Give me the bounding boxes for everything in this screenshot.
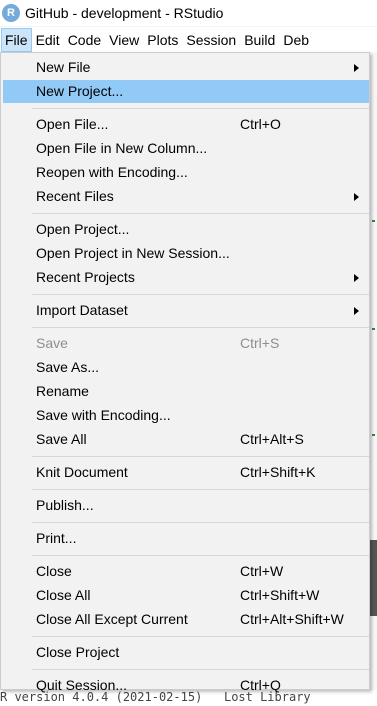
menu-item-label: Save [36, 335, 68, 351]
rstudio-window: R GitHub - development - RStudio File Ed… [0, 0, 377, 706]
submenu-arrow-icon [354, 64, 359, 72]
menu-item-shortcut: Ctrl+S [240, 335, 280, 351]
menu-item-new-file[interactable]: New File [3, 56, 369, 79]
menu-session[interactable]: Session [182, 28, 240, 52]
rstudio-app-icon: R [2, 4, 20, 22]
menu-build[interactable]: Build [240, 28, 279, 52]
menu-separator [32, 108, 369, 109]
menu-item-import-dataset[interactable]: Import Dataset [3, 299, 369, 322]
menu-item-publish[interactable]: Publish... [3, 494, 369, 517]
menu-item-label: Quit Session... [36, 677, 128, 693]
menu-item-label: Close Project [36, 644, 120, 660]
window-title: GitHub - development - RStudio [25, 5, 224, 21]
pane-marker [372, 434, 375, 436]
menu-item-open-project[interactable]: Open Project... [3, 218, 369, 241]
menu-item-save-as[interactable]: Save As... [3, 356, 369, 379]
menu-item-label: Knit Document [36, 464, 128, 480]
menu-separator [32, 669, 369, 670]
file-menu-dropdown: New File New Project... Open File... Ctr… [0, 52, 370, 693]
menu-separator [32, 213, 369, 214]
menu-item-label: Import Dataset [36, 302, 128, 318]
menu-item-label: Save All [36, 431, 87, 447]
menu-item-label: Save with Encoding... [36, 407, 171, 423]
menu-item-label: Reopen with Encoding... [36, 164, 188, 180]
submenu-arrow-icon [354, 307, 359, 315]
menu-item-open-file-new-column[interactable]: Open File in New Column... [3, 137, 369, 160]
menu-item-label: Open Project... [36, 221, 130, 237]
menu-item-close-all-except-current[interactable]: Close All Except Current Ctrl+Alt+Shift+… [3, 608, 369, 631]
menu-item-close-project[interactable]: Close Project [3, 641, 369, 664]
menu-item-shortcut: Ctrl+Q [240, 677, 281, 693]
menu-item-reopen-with-encoding[interactable]: Reopen with Encoding... [3, 161, 369, 184]
menu-item-save: Save Ctrl+S [3, 332, 369, 355]
pane-marker [372, 328, 375, 330]
menu-item-shortcut: Ctrl+W [240, 563, 284, 579]
menu-item-open-file[interactable]: Open File... Ctrl+O [3, 113, 369, 136]
menu-item-close[interactable]: Close Ctrl+W [3, 560, 369, 583]
menu-item-label: Rename [36, 383, 89, 399]
submenu-arrow-icon [354, 274, 359, 282]
menu-item-label: Save As... [36, 359, 100, 375]
menu-separator [32, 456, 369, 457]
menu-item-shortcut: Ctrl+Shift+W [240, 587, 320, 603]
menu-item-quit-session[interactable]: Quit Session... Ctrl+Q [3, 674, 369, 697]
menu-item-save-all[interactable]: Save All Ctrl+Alt+S [3, 428, 369, 451]
menu-plots[interactable]: Plots [143, 28, 182, 52]
menu-item-label: Open File in New Column... [36, 140, 208, 156]
menu-item-label: Recent Projects [36, 269, 135, 285]
menu-file[interactable]: File [1, 27, 32, 52]
menu-item-label: Close All Except Current [36, 611, 188, 627]
submenu-arrow-icon [354, 193, 359, 201]
menu-separator [32, 294, 369, 295]
menu-item-close-all[interactable]: Close All Ctrl+Shift+W [3, 584, 369, 607]
menu-item-label: Publish... [36, 497, 94, 513]
background-dark-pane [369, 540, 377, 616]
menu-debug[interactable]: Deb [279, 28, 313, 52]
menu-item-open-project-new-session[interactable]: Open Project in New Session... [3, 242, 369, 265]
menu-item-new-project[interactable]: New Project... [3, 80, 369, 103]
menu-item-shortcut: Ctrl+O [240, 116, 281, 132]
menu-item-save-with-encoding[interactable]: Save with Encoding... [3, 404, 369, 427]
menu-code[interactable]: Code [64, 28, 105, 52]
menu-item-shortcut: Ctrl+Alt+Shift+W [240, 611, 344, 627]
menu-item-label: Open File... [36, 116, 109, 132]
menu-item-shortcut: Ctrl+Alt+S [240, 431, 304, 447]
menu-item-rename[interactable]: Rename [3, 380, 369, 403]
menu-separator [32, 522, 369, 523]
menu-item-print[interactable]: Print... [3, 527, 369, 550]
menu-separator [32, 555, 369, 556]
menu-item-label: Print... [36, 530, 77, 546]
menu-item-label: Close [36, 563, 72, 579]
menu-separator [32, 327, 369, 328]
title-bar: R GitHub - development - RStudio [0, 0, 377, 26]
menu-item-recent-projects[interactable]: Recent Projects [3, 266, 369, 289]
menu-bar: File Edit Code View Plots Session Build … [0, 27, 377, 52]
menu-item-recent-files[interactable]: Recent Files [3, 185, 369, 208]
menu-view[interactable]: View [105, 28, 143, 52]
menu-item-label: New File [36, 59, 91, 75]
menu-item-label: Recent Files [36, 188, 114, 204]
menu-item-label: Open Project in New Session... [36, 245, 230, 261]
menu-separator [32, 636, 369, 637]
menu-item-knit-document[interactable]: Knit Document Ctrl+Shift+K [3, 461, 369, 484]
pane-marker [372, 220, 375, 222]
menu-item-label: Close All [36, 587, 91, 603]
menu-item-shortcut: Ctrl+Shift+K [240, 464, 316, 480]
menu-edit[interactable]: Edit [32, 28, 64, 52]
menu-item-label: New Project... [36, 83, 124, 99]
menu-separator [32, 489, 369, 490]
